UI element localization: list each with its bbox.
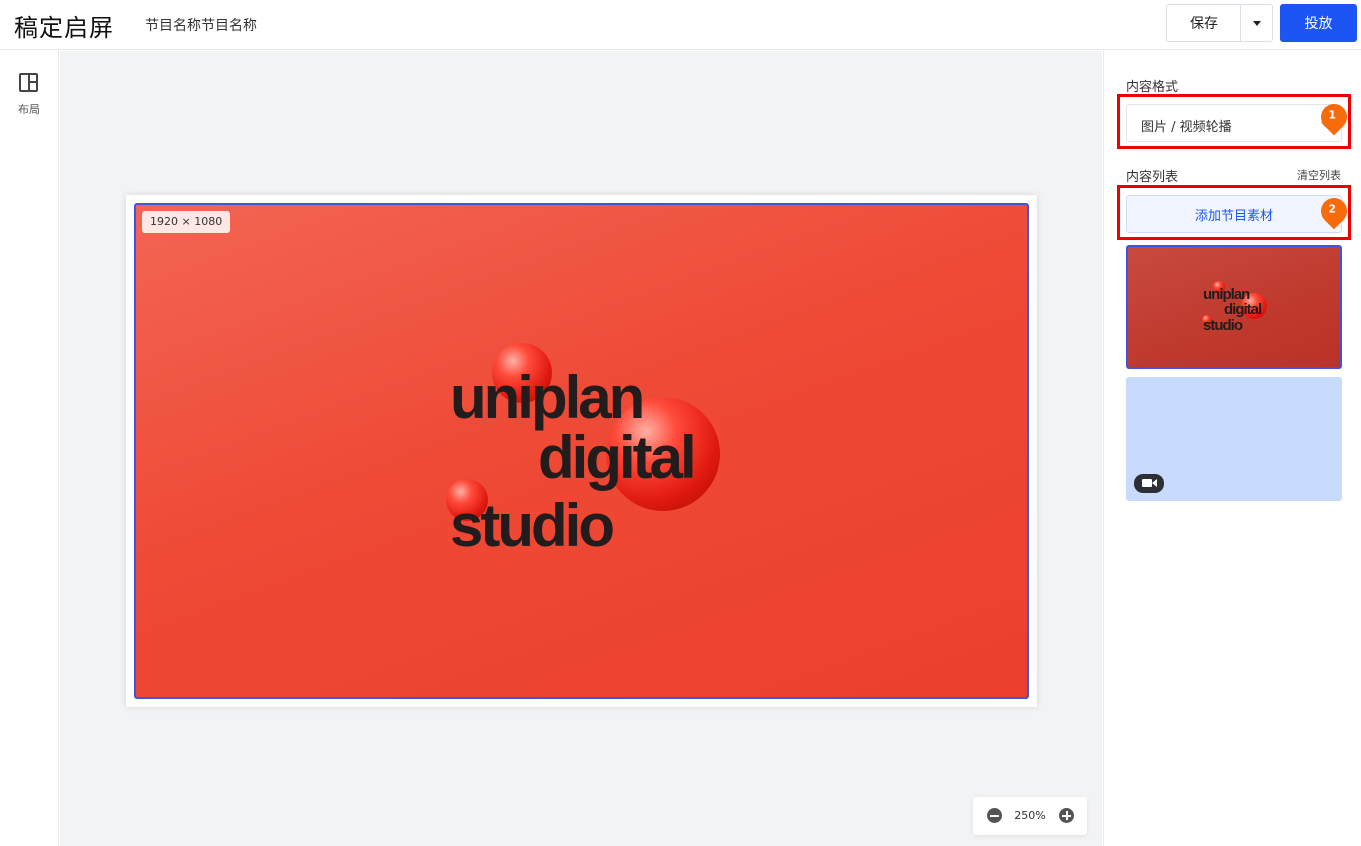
clear-list-link[interactable]: 清空列表 — [1297, 167, 1341, 183]
content-format-label: 内容格式 — [1126, 80, 1179, 95]
thumb-text-line: studio — [1203, 317, 1243, 334]
screen-frame: 1920 × 1080 uniplan digital studio — [126, 195, 1037, 707]
zoom-control: 250% — [973, 797, 1087, 835]
annotation-marker-number: 1 — [1328, 108, 1337, 122]
slide-preview[interactable]: 1920 × 1080 uniplan digital studio — [134, 203, 1029, 699]
add-material-button[interactable]: 添加节目素材 — [1126, 195, 1342, 233]
zoom-level: 250% — [1014, 809, 1046, 822]
camera-lens — [1152, 479, 1157, 487]
slide-text-line: studio — [450, 492, 615, 559]
camera-body — [1142, 479, 1152, 487]
properties-panel: 内容格式 图片 / 视频轮播 1 内容列表 清空列表 添加节目素材 2 unip… — [1103, 51, 1361, 846]
app-logo: 稿定启屏 — [14, 14, 114, 42]
left-toolbar: 布局 — [0, 51, 59, 846]
top-bar: 稿定启屏 节目名称节目名称 保存 投放 — [0, 0, 1361, 50]
zoom-in-icon[interactable] — [1059, 808, 1074, 823]
layout-tool-label: 布局 — [18, 103, 40, 116]
content-format-value: 图片 / 视频轮播 — [1141, 120, 1232, 135]
thumb-text-line: digital — [1224, 301, 1262, 318]
publish-button[interactable]: 投放 — [1280, 4, 1357, 42]
thumb-text-line: uniplan — [1203, 286, 1250, 303]
content-item-image[interactable]: uniplan digital studio — [1126, 245, 1342, 369]
resolution-tag: 1920 × 1080 — [142, 211, 231, 233]
slide-text-line: digital — [538, 424, 697, 491]
video-camera-icon — [1134, 474, 1164, 493]
content-list-label: 内容列表 — [1126, 170, 1179, 185]
save-options-dropdown[interactable] — [1240, 4, 1273, 42]
layout-tool[interactable]: 布局 — [8, 71, 50, 121]
slide-text-line: uniplan — [450, 364, 645, 431]
program-name[interactable]: 节目名称节目名称 — [145, 15, 257, 35]
canvas-area: 1920 × 1080 uniplan digital studio 250% — [60, 51, 1102, 846]
annotation-marker-number: 2 — [1328, 202, 1337, 216]
save-button[interactable]: 保存 — [1166, 4, 1241, 42]
layout-icon — [19, 73, 38, 92]
content-item-video[interactable] — [1126, 377, 1342, 501]
content-format-select[interactable]: 图片 / 视频轮播 — [1126, 104, 1342, 142]
zoom-out-icon[interactable] — [987, 808, 1002, 823]
caret-down-icon — [1253, 21, 1261, 26]
